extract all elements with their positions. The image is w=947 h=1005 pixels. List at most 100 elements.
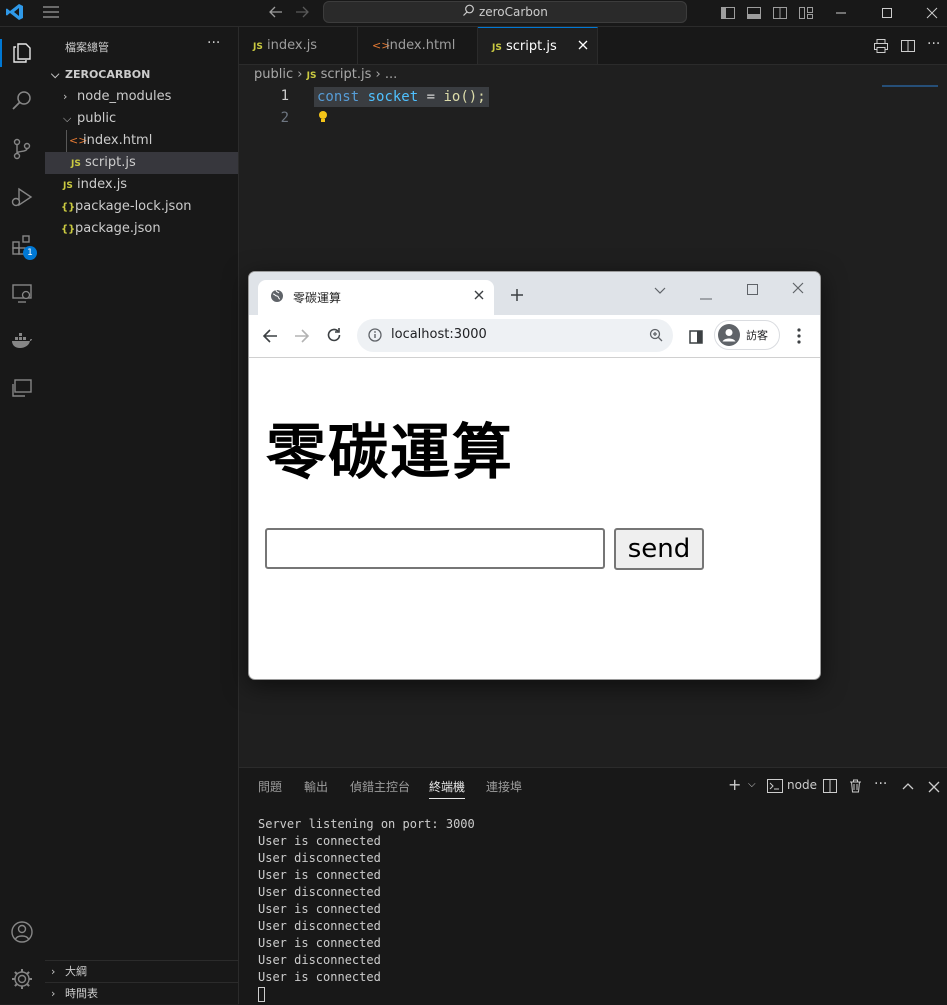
customize-layout-icon[interactable] bbox=[798, 5, 814, 25]
breadcrumb-file[interactable]: script.js bbox=[321, 67, 372, 82]
tab-index-html[interactable]: <>index.html bbox=[358, 27, 478, 64]
browser-titlebar: 零碳運算 bbox=[249, 272, 820, 315]
tab-script-js[interactable]: JS script.js bbox=[478, 27, 598, 64]
breadcrumb-folder[interactable]: public bbox=[254, 67, 293, 82]
panel-more-icon[interactable]: ··· bbox=[874, 776, 887, 792]
tree-item-package-json[interactable]: {}package.json bbox=[45, 218, 238, 240]
side-panel-icon[interactable] bbox=[689, 329, 703, 348]
chevron-down-icon[interactable]: ⌵ bbox=[748, 779, 756, 790]
browser-close-icon[interactable] bbox=[792, 279, 804, 298]
tree-item-index-js[interactable]: JS index.js bbox=[45, 174, 238, 196]
toggle-secondary-sidebar-icon[interactable] bbox=[772, 5, 788, 25]
editor-more-icon[interactable]: ··· bbox=[927, 36, 940, 52]
split-editor-icon[interactable] bbox=[900, 38, 916, 58]
manage-gear-icon[interactable] bbox=[8, 965, 36, 993]
send-button[interactable]: send bbox=[614, 528, 704, 570]
minimap-slider[interactable] bbox=[882, 85, 938, 87]
workspace-root[interactable]: ⌵ ZEROCARBON bbox=[45, 64, 238, 86]
message-input[interactable] bbox=[265, 528, 605, 569]
forward-arrow-icon[interactable] bbox=[294, 5, 310, 23]
html-file-icon: <> bbox=[69, 134, 88, 147]
browser-toolbar: localhost:3000 訪客 bbox=[249, 315, 820, 358]
vscode-logo-icon bbox=[6, 3, 24, 21]
toggle-primary-sidebar-icon[interactable] bbox=[720, 5, 736, 25]
print-icon[interactable] bbox=[873, 38, 889, 58]
maximize-icon[interactable] bbox=[880, 5, 894, 24]
browser-menu-icon[interactable] bbox=[797, 328, 801, 348]
explorer-icon[interactable] bbox=[8, 39, 36, 67]
remote-explorer-icon[interactable] bbox=[8, 279, 36, 307]
toggle-panel-icon[interactable] bbox=[746, 5, 762, 25]
terminal-line: User is connected bbox=[258, 834, 381, 848]
tree-item-index-html[interactable]: <>index.html bbox=[45, 130, 238, 152]
terminal-line: Server listening on port: 3000 bbox=[258, 817, 475, 831]
close-tab-icon[interactable] bbox=[578, 28, 588, 65]
tab-debug-console[interactable]: 偵錯主控台 bbox=[350, 778, 410, 795]
new-terminal-plus-icon[interactable]: + bbox=[728, 777, 741, 793]
tab-problems[interactable]: 問題 bbox=[258, 778, 282, 795]
code-operator: = bbox=[426, 89, 436, 105]
terminal-line: User disconnected bbox=[258, 885, 381, 899]
browser-minimize-icon[interactable] bbox=[700, 285, 712, 304]
run-debug-icon[interactable] bbox=[8, 183, 36, 211]
terminal-line: User is connected bbox=[258, 868, 381, 882]
browser-tab[interactable]: 零碳運算 bbox=[258, 280, 494, 315]
html-file-icon: <> bbox=[372, 39, 391, 52]
back-arrow-icon[interactable] bbox=[268, 5, 284, 23]
js-file-icon: JS bbox=[71, 159, 81, 169]
minimize-icon[interactable] bbox=[834, 5, 848, 24]
browser-maximize-icon[interactable] bbox=[747, 280, 758, 299]
docker-icon[interactable] bbox=[8, 327, 36, 355]
trash-icon[interactable] bbox=[849, 778, 862, 797]
search-view-icon[interactable] bbox=[8, 87, 36, 115]
breadcrumb: public › JS script.js › ... bbox=[254, 67, 397, 82]
lightbulb-icon[interactable] bbox=[317, 109, 329, 128]
site-info-icon[interactable] bbox=[368, 328, 382, 346]
tab-output[interactable]: 輸出 bbox=[304, 778, 328, 795]
breadcrumb-more[interactable]: ... bbox=[385, 67, 397, 82]
line-number: 2 bbox=[280, 110, 289, 126]
reload-icon[interactable] bbox=[326, 327, 342, 347]
terminal-icon bbox=[767, 778, 783, 797]
code-keyword: const bbox=[317, 89, 360, 105]
editor-tabs: JS index.js <>index.html JS script.js ··· bbox=[239, 27, 947, 65]
new-tab-plus-icon[interactable] bbox=[510, 287, 524, 306]
zoom-icon[interactable] bbox=[649, 328, 663, 346]
tab-terminal[interactable]: 終端機 bbox=[429, 778, 466, 799]
tab-ports[interactable]: 連接埠 bbox=[486, 778, 522, 795]
source-control-icon[interactable] bbox=[8, 135, 36, 163]
profile-button[interactable]: 訪客 bbox=[714, 320, 780, 350]
close-window-icon[interactable] bbox=[925, 5, 939, 24]
explorer-more-icon[interactable]: ··· bbox=[207, 35, 220, 51]
command-center-search[interactable]: zeroCarbon bbox=[323, 1, 687, 23]
accounts-icon[interactable] bbox=[8, 918, 36, 946]
outline-section[interactable]: › 大綱 bbox=[45, 960, 238, 983]
chevron-right-icon: › bbox=[297, 67, 307, 82]
tab-index-js[interactable]: JS index.js bbox=[239, 27, 358, 64]
address-bar[interactable]: localhost:3000 bbox=[357, 319, 673, 352]
chevron-right-icon: › bbox=[375, 67, 385, 82]
browser-back-icon[interactable] bbox=[262, 328, 278, 348]
close-panel-icon[interactable] bbox=[928, 778, 940, 797]
timeline-section[interactable]: › 時間表 bbox=[45, 982, 238, 1005]
menu-icon[interactable] bbox=[42, 4, 60, 24]
live-share-icon[interactable] bbox=[8, 375, 36, 403]
code-line-1[interactable]: const socket = io(); bbox=[314, 87, 489, 107]
extensions-badge: 1 bbox=[23, 246, 37, 260]
chevron-right-icon: › bbox=[63, 90, 68, 103]
browser-window: 零碳運算 localhost:3000 訪客 零碳運算 send bbox=[248, 271, 821, 680]
tree-item-script-js[interactable]: JS script.js bbox=[45, 152, 238, 174]
maximize-panel-icon[interactable] bbox=[902, 778, 914, 797]
split-terminal-icon[interactable] bbox=[823, 778, 837, 797]
active-indicator bbox=[0, 39, 2, 67]
globe-icon bbox=[270, 289, 284, 306]
tab-search-chevron-icon[interactable] bbox=[654, 281, 666, 300]
close-tab-icon[interactable] bbox=[474, 289, 484, 303]
tree-item-package-lock-json[interactable]: {}package-lock.json bbox=[45, 196, 238, 218]
tree-item-public[interactable]: ⌵ public bbox=[45, 108, 238, 130]
tree-item-node-modules[interactable]: › node_modules bbox=[45, 86, 238, 108]
browser-forward-icon[interactable] bbox=[294, 328, 310, 348]
js-file-icon: JS bbox=[63, 181, 73, 191]
terminal-cursor[interactable] bbox=[258, 987, 265, 1002]
terminal-name[interactable]: node bbox=[787, 778, 817, 792]
